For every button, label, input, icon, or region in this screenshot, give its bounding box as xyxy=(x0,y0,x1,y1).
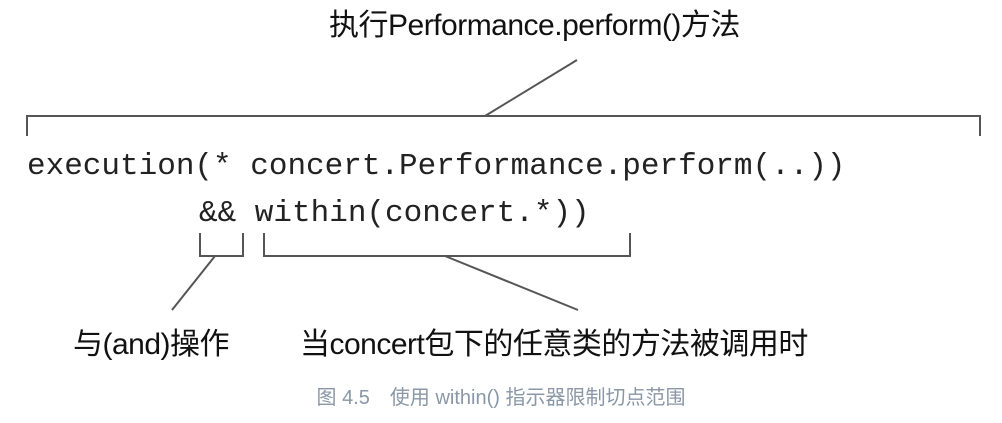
within-annotation-label: 当concert包下的任意类的方法被调用时 xyxy=(300,328,808,361)
within-bracket xyxy=(263,233,631,257)
execution-code-line: execution(* concert.Performance.perform(… xyxy=(27,149,846,184)
within-code-line: && within(concert.*)) xyxy=(199,196,590,231)
top-annotation-label: 执行Performance.perform()方法 xyxy=(329,9,740,42)
figure-caption: 图 4.5 使用 within() 指示器限制切点范围 xyxy=(316,387,686,409)
top-leader-line xyxy=(484,59,578,117)
and-leader-line xyxy=(171,255,216,311)
and-annotation-label: 与(and)操作 xyxy=(73,328,230,361)
execution-bracket xyxy=(26,115,981,136)
and-bracket xyxy=(199,233,244,257)
within-leader-line xyxy=(444,255,579,311)
pointcut-diagram: 执行Performance.perform()方法 execution(* co… xyxy=(0,0,1002,423)
